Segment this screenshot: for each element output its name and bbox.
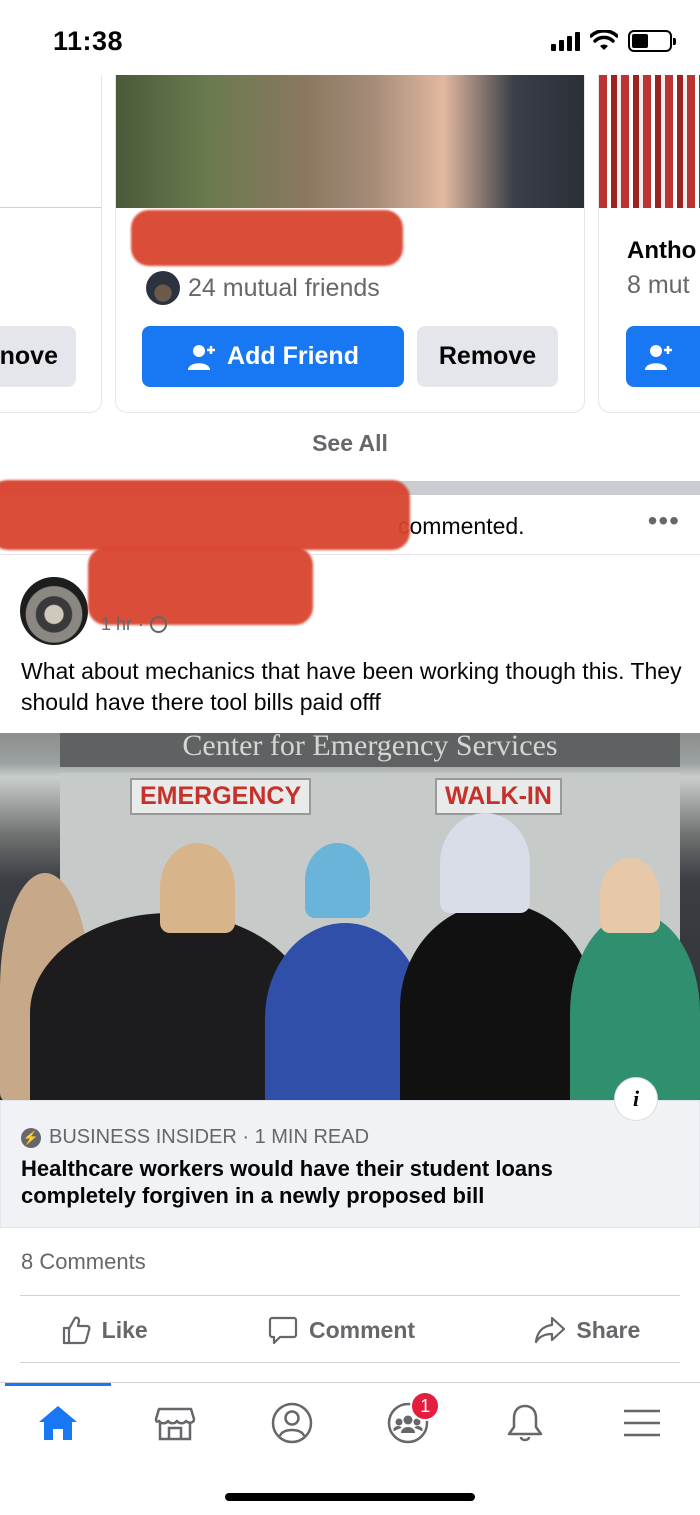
status-bar: 11:38 bbox=[0, 0, 700, 75]
redacted-name bbox=[0, 480, 410, 550]
friend-photo bbox=[116, 75, 584, 208]
comment-label: Comment bbox=[309, 1316, 416, 1343]
link-preview-meta[interactable]: ⚡ BUSINESS INSIDER · 1 MIN READ Healthca… bbox=[0, 1100, 700, 1228]
friend-card-left[interactable]: nove bbox=[0, 75, 102, 413]
add-friend-label: Add Friend bbox=[227, 342, 359, 370]
status-icons bbox=[551, 30, 676, 52]
avatar[interactable] bbox=[20, 577, 88, 645]
redacted-name bbox=[131, 210, 403, 266]
walkin-sign: WALK-IN bbox=[435, 778, 562, 815]
remove-button[interactable]: Remove bbox=[417, 326, 558, 387]
see-all-link[interactable]: See All bbox=[0, 430, 700, 457]
tab-home[interactable] bbox=[28, 1399, 88, 1447]
profile-icon bbox=[271, 1402, 312, 1444]
people-you-may-know: nove 24 mutual friends Add Friend Remove… bbox=[0, 75, 700, 481]
like-label: Like bbox=[101, 1316, 148, 1343]
home-indicator bbox=[225, 1493, 475, 1501]
healthcare-worker-face bbox=[305, 843, 370, 918]
remove-button[interactable]: nove bbox=[0, 326, 76, 387]
more-options-button[interactable]: ••• bbox=[648, 505, 680, 537]
share-button[interactable]: Share bbox=[534, 1314, 640, 1346]
add-friend-button[interactable]: Add Friend bbox=[142, 326, 404, 387]
menu-icon bbox=[623, 1409, 660, 1437]
home-icon bbox=[39, 1406, 78, 1440]
instant-article-icon: ⚡ bbox=[21, 1127, 41, 1148]
friend-photo bbox=[0, 75, 101, 208]
comment-button[interactable]: Comment bbox=[267, 1314, 415, 1346]
globe-icon bbox=[150, 616, 168, 633]
link-title[interactable]: Healthcare workers would have their stud… bbox=[21, 1155, 671, 1209]
tab-marketplace[interactable] bbox=[145, 1399, 205, 1447]
comment-icon bbox=[268, 1316, 298, 1345]
comments-count[interactable]: 8 Comments bbox=[21, 1249, 146, 1275]
mutual-friends-text: 8 mut bbox=[627, 271, 690, 299]
active-tab-indicator bbox=[5, 1383, 111, 1386]
cellular-signal-icon bbox=[551, 31, 580, 51]
healthcare-worker bbox=[570, 913, 700, 1100]
add-friend-icon bbox=[645, 344, 672, 370]
link-source-text: BUSINESS INSIDER · 1 MIN READ bbox=[49, 1126, 370, 1148]
mutual-friends: 24 mutual friends bbox=[146, 271, 380, 305]
tab-menu[interactable] bbox=[612, 1399, 672, 1447]
link-preview-image[interactable]: Center for Emergency Services EMERGENCY … bbox=[0, 733, 700, 1100]
share-label: Share bbox=[576, 1316, 641, 1343]
friend-card-main[interactable]: 24 mutual friends Add Friend Remove bbox=[115, 75, 585, 413]
notifications-icon bbox=[507, 1404, 543, 1442]
divider bbox=[20, 1295, 680, 1296]
healthcare-worker-face bbox=[440, 813, 530, 913]
tab-groups[interactable]: 1 bbox=[378, 1391, 441, 1447]
building-sign: Center for Emergency Services bbox=[60, 733, 680, 767]
friend-card-right[interactable]: Antho 8 mut bbox=[598, 75, 700, 413]
healthcare-worker-face bbox=[600, 858, 660, 933]
add-friend-icon bbox=[188, 344, 216, 370]
post-timestamp: 1 hr · bbox=[101, 614, 168, 635]
friend-name[interactable]: Antho bbox=[627, 237, 696, 265]
tab-profile[interactable] bbox=[262, 1399, 322, 1447]
like-button[interactable]: Like bbox=[60, 1314, 148, 1346]
healthcare-worker bbox=[400, 903, 595, 1100]
healthcare-worker-face bbox=[160, 843, 235, 933]
post-text: What about mechanics that have been work… bbox=[21, 658, 682, 715]
add-friend-button[interactable] bbox=[626, 326, 700, 387]
mutual-friends-text: 24 mutual friends bbox=[188, 273, 380, 302]
divider bbox=[20, 1362, 680, 1363]
share-icon bbox=[535, 1316, 566, 1344]
mutual-friend-avatar bbox=[146, 271, 180, 305]
link-source: ⚡ BUSINESS INSIDER · 1 MIN READ bbox=[21, 1126, 369, 1149]
marketplace-icon bbox=[154, 1407, 196, 1441]
groups-badge: 1 bbox=[410, 1391, 441, 1421]
wifi-icon bbox=[590, 30, 618, 50]
battery-icon bbox=[628, 30, 676, 52]
emergency-sign: EMERGENCY bbox=[130, 778, 312, 815]
tab-notifications[interactable] bbox=[495, 1399, 555, 1447]
like-icon bbox=[62, 1316, 91, 1345]
post-actions: Like Comment Share bbox=[0, 1305, 700, 1355]
status-time: 11:38 bbox=[53, 26, 124, 56]
activity-text: commented. bbox=[398, 513, 525, 539]
post-time-text: 1 hr bbox=[101, 614, 133, 634]
info-icon[interactable]: i bbox=[614, 1077, 658, 1121]
friend-photo bbox=[599, 75, 700, 208]
